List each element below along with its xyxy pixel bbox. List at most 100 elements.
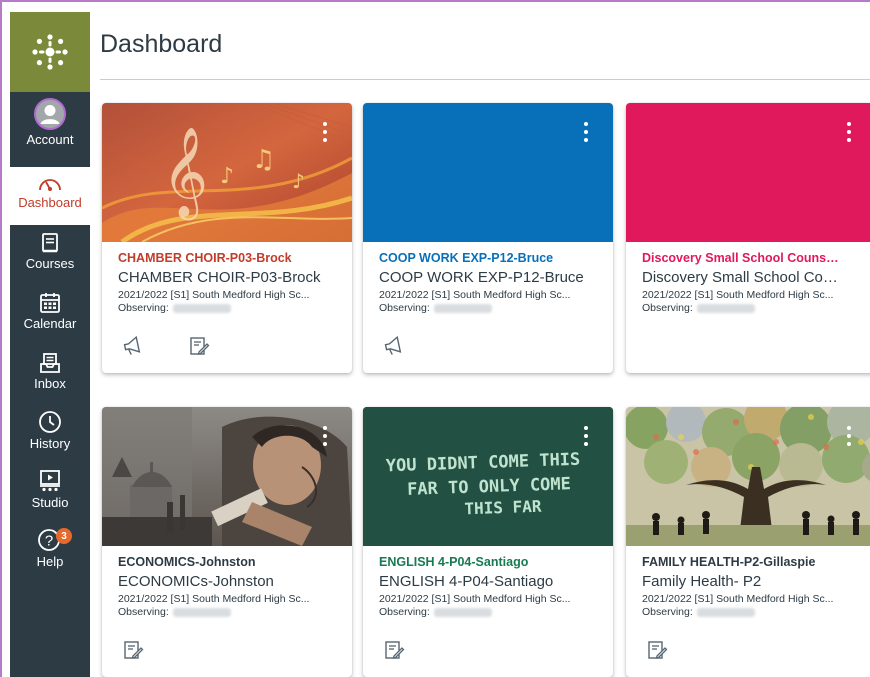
observing-label: Observing: — [118, 302, 169, 314]
canvas-logo-icon — [32, 34, 68, 70]
course-card-name: ENGLISH 4-P04-Santiago — [379, 573, 554, 590]
calendar-icon — [40, 293, 60, 313]
course-card-name: CHAMBER CHOIR-P03-Brock — [118, 269, 321, 286]
observing-label: Observing: — [379, 302, 430, 314]
card-options-kebab-icon[interactable] — [583, 122, 589, 146]
svg-text:♫: ♫ — [252, 145, 275, 175]
nav-label-studio: Studio — [31, 495, 69, 510]
course-card-hero[interactable] — [626, 407, 870, 546]
course-card-name: ECONOMICs-Johnston — [118, 573, 274, 590]
course-card-name: Discovery Small School Couns... — [642, 269, 842, 286]
announcements-button[interactable] — [122, 335, 188, 361]
course-card-name: Family Health- P2 — [642, 573, 762, 590]
nav-item-courses[interactable]: Courses — [10, 224, 90, 284]
svg-text:𝄞: 𝄞 — [162, 127, 208, 221]
svg-text:♪: ♪ — [292, 169, 305, 193]
course-card-title[interactable]: ECONOMICS-Johnston — [118, 555, 342, 569]
course-card-title[interactable]: FAMILY HEALTH-P2-Gillaspie — [642, 555, 842, 569]
observing-label: Observing: — [118, 606, 169, 618]
family-tree-image — [626, 407, 870, 546]
global-nav: Account Dashboard Courses Calendar Inbox… — [10, 12, 90, 677]
inbox-icon — [40, 353, 60, 373]
assignments-icon — [124, 641, 144, 659]
course-card-title[interactable]: ENGLISH 4-P04-Santiago — [379, 555, 603, 569]
observing-redacted-name — [696, 303, 755, 313]
course-card-observing: Observing: — [118, 606, 342, 618]
course-card-observing: Observing: — [379, 606, 603, 618]
announcements-button[interactable] — [383, 335, 449, 361]
card-options-kebab-icon[interactable] — [322, 426, 328, 450]
card-options-kebab-icon[interactable] — [583, 426, 589, 450]
course-card-title[interactable]: CHAMBER CHOIR-P03-Brock — [118, 251, 342, 265]
course-card: YOU DIDNT COME THIS FAR TO ONLY COME THI… — [363, 407, 613, 677]
course-card-title[interactable]: Discovery Small School Counselor — [642, 251, 842, 265]
nav-label-inbox: Inbox — [34, 376, 66, 391]
dashboard-gauge-icon — [39, 179, 61, 191]
nav-item-calendar[interactable]: Calendar — [10, 284, 90, 344]
assignments-icon — [648, 641, 668, 659]
course-card-hero[interactable]: YOU DIDNT COME THIS FAR TO ONLY COME THI… — [363, 407, 613, 546]
nav-label-dashboard: Dashboard — [18, 195, 82, 210]
observing-redacted-name — [172, 303, 231, 313]
observing-label: Observing: — [379, 606, 430, 618]
nav-item-help[interactable]: ? 3 Help — [10, 522, 90, 582]
course-card-term: 2021/2022 [S1] South Medford High Sc... — [379, 593, 571, 605]
chalkboard-line-3: THIS FAR — [464, 497, 542, 519]
nav-item-account[interactable]: Account — [10, 98, 90, 158]
course-card-observing: Observing: — [642, 606, 842, 618]
nav-item-studio[interactable]: Studio — [10, 463, 90, 523]
studio-icon — [40, 470, 60, 492]
nav-label-history: History — [29, 436, 71, 451]
card-options-kebab-icon[interactable] — [846, 426, 852, 450]
observing-redacted-name — [696, 607, 755, 617]
assignments-icon — [385, 641, 405, 659]
course-card: FAMILY HEALTH-P2-Gillaspie Family Health… — [626, 407, 870, 677]
account-avatar-icon — [34, 98, 66, 130]
nav-label-account: Account — [26, 132, 74, 147]
history-clock-icon — [39, 411, 61, 433]
observing-label: Observing: — [642, 606, 693, 618]
economics-illustration-image — [102, 407, 352, 546]
course-card-term: 2021/2022 [S1] South Medford High Sc... — [642, 593, 834, 605]
course-card-hero[interactable] — [102, 407, 352, 546]
course-card-observing: Observing: — [118, 302, 342, 314]
announcements-icon — [384, 335, 402, 355]
nav-item-dashboard[interactable]: Dashboard — [10, 167, 90, 225]
observing-redacted-name — [433, 303, 492, 313]
announcements-icon — [123, 335, 141, 355]
assignments-button[interactable] — [122, 639, 188, 665]
observing-redacted-name — [172, 607, 231, 617]
course-card-hero[interactable] — [363, 103, 613, 242]
course-card-term: 2021/2022 [S1] South Medford High Sc... — [118, 593, 310, 605]
courses-book-icon — [42, 233, 58, 253]
card-options-kebab-icon[interactable] — [846, 122, 852, 146]
course-card: 𝄞 ♪ ♫ ♪ CHAMBER CHOIR-P03-Brock CHAMBER … — [102, 103, 352, 373]
page-title: Dashboard — [100, 30, 223, 58]
app-frame: Account Dashboard Courses Calendar Inbox… — [0, 0, 870, 677]
music-notes-image: 𝄞 ♪ ♫ ♪ — [102, 103, 352, 242]
course-card: ECONOMICS-Johnston ECONOMICs-Johnston 20… — [102, 407, 352, 677]
assignments-icon — [190, 337, 210, 355]
course-card-term: 2021/2022 [S1] South Medford High Sc... — [118, 289, 310, 301]
assignments-button[interactable] — [646, 639, 712, 665]
course-card-hero[interactable] — [626, 103, 870, 242]
course-card-hero[interactable]: 𝄞 ♪ ♫ ♪ — [102, 103, 352, 242]
course-card-term: 2021/2022 [S1] South Medford High Sc... — [642, 289, 834, 301]
card-options-kebab-icon[interactable] — [322, 122, 328, 146]
svg-text:♪: ♪ — [220, 164, 234, 189]
nav-label-calendar: Calendar — [23, 316, 77, 331]
header-divider — [100, 79, 870, 80]
assignments-button[interactable] — [188, 335, 254, 361]
course-card-title[interactable]: COOP WORK EXP-P12-Bruce — [379, 251, 603, 265]
canvas-logo[interactable] — [10, 12, 90, 92]
course-card: Discovery Small School Counselor Discove… — [626, 103, 870, 373]
nav-item-history[interactable]: History — [10, 404, 90, 464]
course-card-observing: Observing: — [642, 302, 842, 314]
assignments-button[interactable] — [383, 639, 449, 665]
course-card-name: COOP WORK EXP-P12-Bruce — [379, 269, 584, 286]
observing-redacted-name — [433, 607, 492, 617]
nav-label-help: Help — [36, 554, 64, 569]
nav-label-courses: Courses — [25, 256, 75, 271]
observing-label: Observing: — [642, 302, 693, 314]
nav-item-inbox[interactable]: Inbox — [10, 344, 90, 404]
